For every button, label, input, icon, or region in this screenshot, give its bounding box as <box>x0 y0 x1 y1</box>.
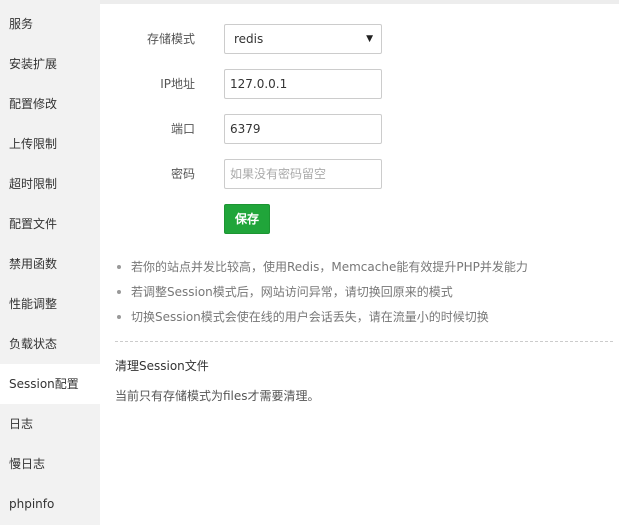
sidebar-item-load-status[interactable]: 负载状态 <box>0 324 100 364</box>
tip-item: 若你的站点并发比较高，使用Redis，Memcache能有效提升PHP并发能力 <box>115 256 615 281</box>
bullet-icon <box>117 290 121 294</box>
sidebar-item-install-ext[interactable]: 安装扩展 <box>0 44 100 84</box>
ip-input[interactable] <box>224 69 382 99</box>
storage-mode-select[interactable]: redis ▼ <box>224 24 382 54</box>
sidebar-item-log[interactable]: 日志 <box>0 404 100 444</box>
bullet-icon <box>117 265 121 269</box>
tip-text: 若调整Session模式后，网站访问异常，请切换回原来的模式 <box>131 285 453 299</box>
sidebar-item-timeout-limit[interactable]: 超时限制 <box>0 164 100 204</box>
tip-item: 切换Session模式会使在线的用户会话丢失，请在流量小的时候切换 <box>115 306 615 331</box>
sidebar-item-performance[interactable]: 性能调整 <box>0 284 100 324</box>
bullet-icon <box>117 315 121 319</box>
sidebar-item-session-config[interactable]: Session配置 <box>0 364 100 404</box>
port-input[interactable] <box>224 114 382 144</box>
session-config-main: 存储模式 redis ▼ IP地址 端口 密码 保存 若你的站点并发比较高，使用… <box>100 4 619 525</box>
sidebar: 服务 安装扩展 配置修改 上传限制 超时限制 配置文件 禁用函数 性能调整 负载… <box>0 0 100 525</box>
sidebar-item-config-file[interactable]: 配置文件 <box>0 204 100 244</box>
tip-text: 切换Session模式会使在线的用户会话丢失，请在流量小的时候切换 <box>131 310 489 324</box>
storage-mode-label: 存储模式 <box>146 32 195 46</box>
php-settings-panel: 服务 安装扩展 配置修改 上传限制 超时限制 配置文件 禁用函数 性能调整 负载… <box>0 0 619 525</box>
clear-session-description: 当前只有存储模式为files才需要清理。 <box>115 389 320 403</box>
tip-item: 若调整Session模式后，网站访问异常，请切换回原来的模式 <box>115 281 615 306</box>
sidebar-item-service[interactable]: 服务 <box>0 4 100 44</box>
clear-session-title: 清理Session文件 <box>115 359 209 373</box>
caret-down-icon: ▼ <box>366 34 373 44</box>
password-label: 密码 <box>170 167 195 181</box>
sidebar-item-upload-limit[interactable]: 上传限制 <box>0 124 100 164</box>
storage-mode-value: redis <box>234 32 264 46</box>
ip-label: IP地址 <box>160 77 195 91</box>
tips-list: 若你的站点并发比较高，使用Redis，Memcache能有效提升PHP并发能力 … <box>115 256 615 331</box>
sidebar-item-slow-log[interactable]: 慢日志 <box>0 444 100 484</box>
section-divider <box>115 341 613 342</box>
port-label: 端口 <box>170 122 195 136</box>
sidebar-item-phpinfo[interactable]: phpinfo <box>0 484 100 524</box>
sidebar-item-disabled-funcs[interactable]: 禁用函数 <box>0 244 100 284</box>
tip-text: 若你的站点并发比较高，使用Redis，Memcache能有效提升PHP并发能力 <box>131 260 528 274</box>
save-button[interactable]: 保存 <box>224 204 270 234</box>
sidebar-item-config-edit[interactable]: 配置修改 <box>0 84 100 124</box>
password-input[interactable] <box>224 159 382 189</box>
